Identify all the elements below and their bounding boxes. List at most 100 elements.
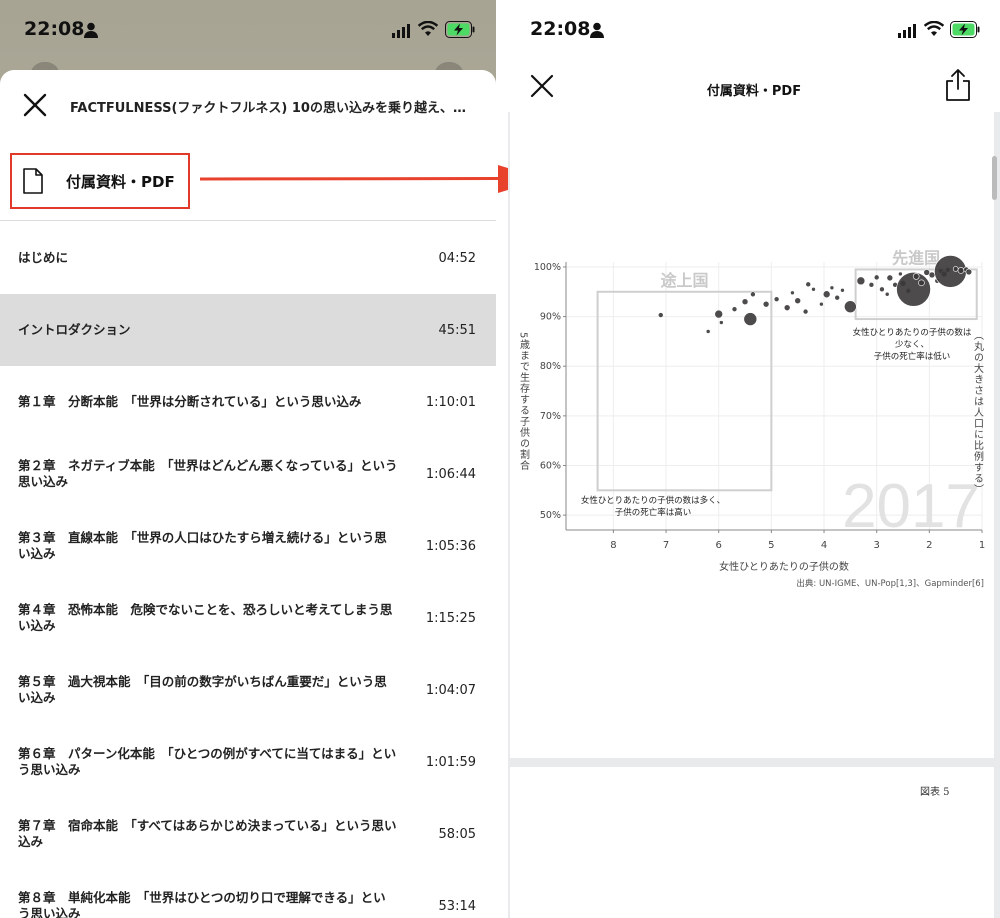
data-point <box>912 273 920 280</box>
red-arrow-annotation <box>199 165 544 193</box>
x-axis-label: 女性ひとりあたりの子供の数 <box>719 560 849 573</box>
y-tick-label: 90% <box>540 312 561 323</box>
chapter-duration: 1:06:44 <box>425 466 476 482</box>
attachment-pdf-button[interactable]: 付属資料・PDF <box>10 153 190 209</box>
data-point <box>811 286 816 292</box>
data-point <box>886 274 894 282</box>
scatter-chart: 2017 100% 90% 80% 70% 60% 50% 8 7 6 5 4 3 2 1 女性ひとりあたりの… <box>518 248 986 589</box>
source-note: 出典: UN-IGME、UN-Pop[1,3]、Gapminder[6] <box>796 578 984 589</box>
viewer-header: 付属資料・PDF <box>508 64 1000 112</box>
pdf-viewer[interactable]: 2017 100% 90% 80% 70% 60% 50% 8 7 6 5 4 3 2 1 女性ひとりあたりの… <box>508 112 1000 918</box>
data-point <box>783 304 791 311</box>
data-point <box>741 298 749 306</box>
data-point <box>957 267 965 274</box>
chapter-title: 第５章 過大視本能 「目の前の数字がいちばん重要だ」という思い込み <box>18 674 387 705</box>
data-point <box>844 300 857 313</box>
region-label: 先進国 <box>892 248 940 267</box>
chapter-duration: 45:51 <box>438 322 476 338</box>
chapter-title: 第８章 単純化本能 「世界はひとつの切り口で理解できる」という思い込み <box>18 890 386 918</box>
chapter-list-item[interactable]: はじめに 04:52 <box>0 222 496 294</box>
data-point <box>918 279 925 287</box>
data-point <box>819 301 824 307</box>
developing-note-line: 女性ひとりあたりの子供の数は多く、 <box>581 495 725 506</box>
year-watermark: 2017 <box>842 472 980 541</box>
chapter-duration: 1:05:36 <box>425 538 476 554</box>
data-point <box>802 308 809 315</box>
share-icon[interactable] <box>944 68 972 102</box>
data-point <box>762 300 770 308</box>
data-point <box>805 281 812 288</box>
chapter-title: イントロダクション <box>18 322 131 337</box>
y-tick-label: 60% <box>540 460 561 471</box>
chapter-list-item[interactable]: イントロダクション 45:51 <box>0 294 496 366</box>
right-phone-screen: 22:08 付属資料・PDF 2017 100% 90% 80% 70% 60% 50% 8 7… <box>508 0 1000 918</box>
chapter-title: 第１章 分断本能 「世界は分断されている」という思い込み <box>18 394 362 409</box>
x-tick-label: 7 <box>663 540 669 551</box>
chapter-list-item[interactable]: 第７章 宿命本能 「すべてはあらかじめ決まっている」という思い込み 58:05 <box>0 798 496 870</box>
chapter-list-item[interactable]: 第３章 直線本能 「世界の人口はひたすら増え続ける」という思い込み 1:05:36 <box>0 510 496 582</box>
data-point <box>750 291 756 298</box>
figure-number-label: 図表 5 <box>920 787 950 798</box>
data-point <box>840 287 845 293</box>
scrollbar-thumb[interactable] <box>992 156 997 200</box>
chapter-list-item[interactable]: 第４章 恐怖本能 危険でないことを、恐ろしいと考えてしまう思い込み 1:15:25 <box>0 582 496 654</box>
region-label: 途上国 <box>660 271 708 290</box>
chapter-list-item[interactable]: 第２章 ネガティブ本能 「世界はどんどん悪くなっている」という思い込み 1:06:… <box>0 438 496 510</box>
wifi-icon <box>924 21 944 36</box>
data-point <box>884 291 890 297</box>
data-point <box>868 282 875 288</box>
x-tick-label: 4 <box>821 540 827 551</box>
status-time: 22:08 <box>530 18 591 40</box>
data-point <box>773 296 780 303</box>
person-icon <box>84 22 98 38</box>
data-point <box>898 271 903 277</box>
close-icon[interactable] <box>22 92 48 118</box>
chapter-title: 第４章 恐怖本能 危険でないことを、恐ろしいと考えてしまう思い込み <box>18 602 393 633</box>
y-tick-label: 70% <box>540 411 561 422</box>
developed-note-line: 子供の死亡率は低い <box>874 351 951 362</box>
size-legend-note: （丸の大きさは人口に比例する） <box>972 330 984 495</box>
pdf-page: 図表 5 <box>510 767 994 918</box>
x-tick-label: 1 <box>979 540 985 551</box>
wifi-icon <box>418 21 438 36</box>
data-point <box>794 297 801 305</box>
divider <box>0 220 496 221</box>
person-icon <box>590 22 604 38</box>
x-tick-label: 5 <box>768 540 774 551</box>
chapter-list: はじめに 04:52 イントロダクション 45:51 第１章 分断本能 「世界は分断され… <box>0 222 496 918</box>
cellular-signal-icon <box>392 24 410 38</box>
status-time: 22:08 <box>24 18 85 40</box>
chapter-duration: 53:14 <box>438 898 476 914</box>
data-point <box>928 271 936 279</box>
data-point <box>705 329 711 334</box>
chapter-list-item[interactable]: 第１章 分断本能 「世界は分断されている」という思い込み 1:10:01 <box>0 366 496 438</box>
chapter-duration: 1:15:25 <box>425 610 476 626</box>
cellular-signal-icon <box>898 24 916 38</box>
chapter-list-item[interactable]: 第８章 単純化本能 「世界はひとつの切り口で理解できる」という思い込み 53:14 <box>0 870 496 918</box>
pdf-page: 2017 100% 90% 80% 70% 60% 50% 8 7 6 5 4 3 2 1 女性ひとりあたりの… <box>510 112 994 758</box>
y-tick-label: 100% <box>534 262 561 273</box>
data-point <box>834 294 840 301</box>
data-point <box>714 309 724 319</box>
attachment-label: 付属資料・PDF <box>66 172 175 191</box>
left-phone-screen: 22:08 FACTFULNESS(ファクトフルネス) 10の思い込みを乗り越え… <box>0 0 496 918</box>
chapter-list-item[interactable]: 第６章 パターン化本能 「ひとつの例がすべてに当てはまる」という思い込み 1:01… <box>0 726 496 798</box>
data-point <box>873 274 880 281</box>
x-tick-label: 8 <box>610 540 616 551</box>
y-axis-label: 5歳まで生存する子供の割合 <box>518 332 530 471</box>
x-tick-label: 6 <box>716 540 722 551</box>
viewer-title: 付属資料・PDF <box>706 84 802 99</box>
chapter-title: 第６章 パターン化本能 「ひとつの例がすべてに当てはまる」という思い込み <box>18 746 397 777</box>
data-point <box>719 320 724 325</box>
chapter-list-item[interactable]: 第５章 過大視本能 「目の前の数字がいちばん重要だ」という思い込み 1:04:07 <box>0 654 496 726</box>
chapter-title: 第２章 ネガティブ本能 「世界はどんどん悪くなっている」という思い込み <box>18 458 398 489</box>
y-tick-label: 50% <box>540 510 561 521</box>
data-point <box>743 312 758 326</box>
data-point <box>829 285 835 291</box>
developed-note-line: 女性ひとりあたりの子供の数は <box>853 327 972 338</box>
chapter-duration: 58:05 <box>438 826 476 842</box>
x-tick-label: 2 <box>926 540 932 551</box>
chapter-title: はじめに <box>18 250 69 265</box>
battery-charging-icon <box>445 21 475 38</box>
data-point <box>657 312 664 318</box>
